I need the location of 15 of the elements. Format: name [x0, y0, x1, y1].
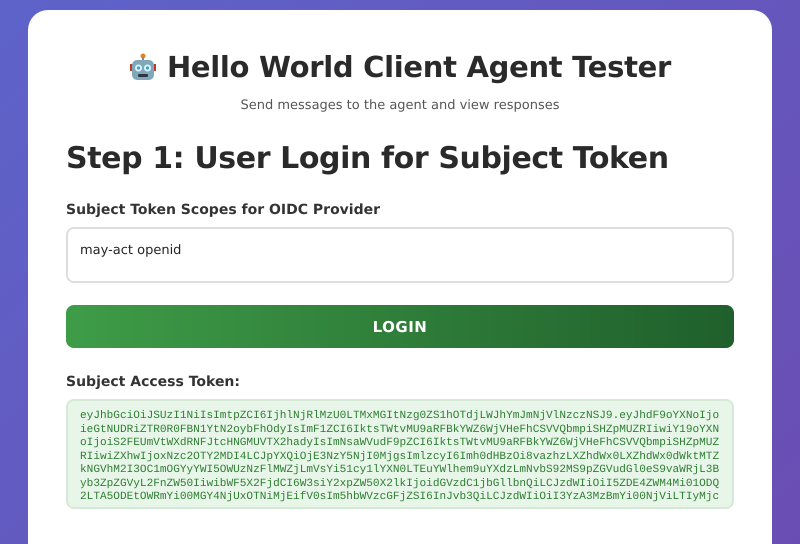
token-line: kNGVhM2I3OC1mOGYyYWI5OWUzNzFlMWZjLmVsYi51cy1lYXN0LTEuYWlhem9uYXdzLmNvbS92MS9pZGVudGl0eS9vaWRjL3B [80, 464, 720, 478]
token-line: oIjoiS2FEUmVtWXdRNFJtcHNGMUVTX2hadyIsImNsaWVudF9pZCI6IktsTWtvMU9aRFBkYWZ6WjVHeFhCSVVQbmpiSHZpMUZ [80, 437, 720, 450]
token-line: 2LTA5ODEtOWRmYi00MGY4NjUxOTNiMjEifV0sIm5hbWVzcGFjZSI6InJvb3QiLCJzdWIiOiI3YzA3MzBmYi00NjViLTIyMjc [80, 491, 720, 504]
token-label: Subject Access Token: [66, 374, 242, 390]
page-subtitle: Send messages to the agent and view responses [239, 98, 560, 113]
token-line: yb3ZpZGVyL2FnZW50IiwibWF5X2FjdCI6W3siY2xpZW50X2lkIjoidGVzdC1jbGllbnQiLCJzdWIiOiI5ZDE4ZWM4Mi01ODQ [80, 478, 720, 491]
login-button[interactable]: LOGIN [66, 305, 734, 348]
page-title: Hello World Client Agent Tester [166, 50, 672, 84]
token-line: RIiwiZXhwIjoxNzc2OTY2MDI4LCJpYXQiOjE3NzY5NjI0MjgsImlzcyI6Imh0dHBzOi8vazhzLXZhdWx0LXZhdWx0dWktMTZ [80, 450, 720, 464]
scopes-field[interactable]: may-act openid [66, 227, 734, 283]
robot-icon [128, 53, 157, 81]
step-heading: Step 1: User Login for Subject Token [66, 141, 670, 176]
scopes-label: Subject Token Scopes for OIDC Provider [66, 202, 382, 218]
token-line: ieGtNUDRiZTR0R0FBN1YtN2oybFhOdyIsImF1ZCI6IktsTWtvMU9aRFBkYWZ6WjVHeFhCSVVQbmpiSHZpMUZRIiwiY19oYXN [80, 424, 720, 437]
token-line: eyJhbGciOiJSUzI1NiIsImtpZCI6IjhlNjRlMzU0LTMxMGItNzg0ZS1hOTdjLWJhYmJmNjVlNzczNSJ9.eyJhdF9oYXNoIjo [80, 410, 720, 424]
